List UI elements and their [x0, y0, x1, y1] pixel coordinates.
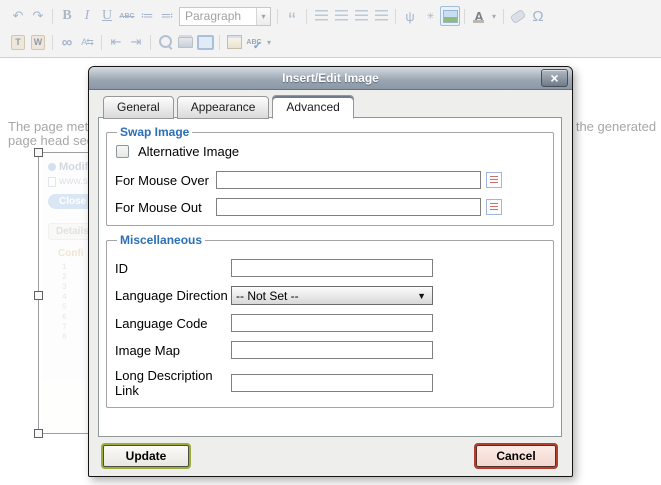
bold-icon[interactable]: B — [57, 6, 77, 26]
toolbar-separator — [464, 9, 465, 24]
mouse-over-input[interactable] — [216, 171, 481, 189]
swap-image-legend: Swap Image — [117, 125, 192, 139]
editor-toolbar: ↶↷BIUABC≔≕ Paragraph ▾ “ψ✳A▾Ω TW∞A⇆⇤⇥ABC… — [0, 0, 661, 57]
indent-icon[interactable]: ⇥ — [126, 32, 146, 52]
special-char-icon[interactable]: Ω — [528, 6, 548, 26]
italic-icon[interactable]: I — [77, 6, 97, 26]
redo-icon[interactable]: ↷ — [28, 6, 48, 26]
editor-text: o the generated — [565, 119, 656, 134]
find-icon[interactable]: ∞ — [57, 32, 77, 52]
format-select[interactable]: Paragraph ▾ — [179, 7, 271, 26]
toolbar-separator — [395, 9, 396, 24]
dialog-tabs: GeneralAppearanceAdvanced — [103, 96, 357, 118]
text-color-arrow-icon[interactable]: ▾ — [489, 6, 499, 26]
find-replace-icon[interactable]: A⇆ — [77, 32, 97, 52]
swap-image-fieldset: Swap Image Alternative Image For Mouse O… — [106, 125, 554, 226]
align-justify-icon[interactable] — [371, 6, 391, 26]
underline-icon[interactable]: U — [97, 6, 117, 26]
toolbar-separator — [52, 35, 53, 50]
tab-general[interactable]: General — [103, 96, 174, 119]
toolbar-separator — [503, 9, 504, 24]
editor-text: The page meta — [8, 119, 95, 134]
unlink-icon[interactable]: ✳ — [420, 6, 440, 26]
id-input[interactable] — [231, 259, 433, 277]
toolbar-separator — [306, 9, 307, 24]
mouse-out-label: For Mouse Out — [115, 200, 216, 215]
miscellaneous-legend: Miscellaneous — [117, 233, 205, 247]
undo-icon[interactable]: ↶ — [8, 6, 28, 26]
close-button[interactable]: × — [541, 69, 568, 87]
page-icon — [48, 177, 56, 187]
format-select-value: Paragraph — [180, 9, 241, 23]
close-icon: × — [550, 71, 558, 85]
browser-logo-icon — [48, 163, 56, 171]
anchor-icon[interactable]: ψ — [400, 6, 420, 26]
chevron-down-icon[interactable]: ▾ — [256, 8, 270, 25]
toolbar-row-2: TW ∞A⇆ ⇤⇥ ABC▾ — [5, 29, 661, 55]
update-button[interactable]: Update — [103, 445, 189, 467]
browse-image-icon[interactable] — [486, 172, 502, 188]
language-direction-select[interactable]: -- Not Set -- ▼ — [231, 286, 433, 305]
preview-icon[interactable] — [155, 32, 175, 52]
edit-properties-icon[interactable] — [224, 32, 244, 52]
insert-edit-image-dialog: Insert/Edit Image × GeneralAppearanceAdv… — [88, 66, 573, 477]
tab-advanced[interactable]: Advanced — [272, 95, 353, 119]
toolbar-separator — [277, 9, 278, 24]
toolbar-separator — [150, 35, 151, 50]
strikethrough-icon[interactable]: ABC — [117, 6, 137, 26]
numbered-list-icon[interactable]: ≕ — [157, 6, 177, 26]
image-map-label: Image Map — [115, 343, 231, 358]
spellcheck-arrow-icon[interactable]: ▾ — [264, 32, 274, 52]
blockquote-icon[interactable]: “ — [282, 6, 302, 26]
mouse-over-label: For Mouse Over — [115, 173, 216, 188]
language-direction-value: -- Not Set -- — [232, 289, 299, 303]
toolbar-row-1: ↶↷BIUABC≔≕ Paragraph ▾ “ψ✳A▾Ω — [5, 3, 661, 29]
text-color-icon[interactable]: A — [469, 6, 489, 26]
image-map-input[interactable] — [231, 341, 433, 359]
advanced-tab-panel: Swap Image Alternative Image For Mouse O… — [98, 117, 562, 437]
language-direction-label: Language Direction — [115, 288, 231, 303]
miscellaneous-fieldset: Miscellaneous ID Language Direction -- N… — [106, 233, 554, 408]
browse-image-icon[interactable] — [486, 199, 502, 215]
image-icon[interactable] — [440, 6, 460, 26]
preview-url: www.s — [59, 176, 88, 187]
resize-handle[interactable] — [34, 148, 43, 157]
select-arrow-icon: ▼ — [417, 291, 432, 301]
dialog-titlebar[interactable]: Insert/Edit Image × — [89, 67, 572, 90]
remove-format-icon[interactable] — [508, 6, 528, 26]
align-right-icon[interactable] — [351, 6, 371, 26]
language-code-label: Language Code — [115, 316, 231, 331]
tab-appearance[interactable]: Appearance — [177, 96, 270, 119]
alternative-image-label: Alternative Image — [138, 144, 239, 159]
dialog-title: Insert/Edit Image — [89, 71, 572, 85]
toolbar-separator — [52, 9, 53, 24]
editor-text: page head sect — [8, 133, 97, 148]
alternative-image-checkbox[interactable] — [116, 145, 129, 158]
fullscreen-icon[interactable] — [195, 32, 215, 52]
paste-from-word-icon[interactable]: W — [31, 35, 45, 50]
paste-as-text-icon[interactable]: T — [11, 35, 25, 50]
align-left-icon[interactable] — [311, 6, 331, 26]
bullet-list-icon[interactable]: ≔ — [137, 6, 157, 26]
toolbar-separator — [219, 35, 220, 50]
cancel-button[interactable]: Cancel — [476, 445, 556, 467]
outdent-icon[interactable]: ⇤ — [106, 32, 126, 52]
align-center-icon[interactable] — [331, 6, 351, 26]
long-description-input[interactable] — [231, 374, 433, 392]
print-icon[interactable] — [175, 32, 195, 52]
id-label: ID — [115, 261, 231, 276]
spellcheck-icon[interactable]: ABC — [244, 32, 264, 52]
language-code-input[interactable] — [231, 314, 433, 332]
toolbar-separator — [101, 35, 102, 50]
resize-handle[interactable] — [34, 429, 43, 438]
mouse-out-input[interactable] — [216, 198, 481, 216]
resize-handle[interactable] — [34, 291, 43, 300]
long-description-label: Long Description Link — [115, 368, 231, 398]
